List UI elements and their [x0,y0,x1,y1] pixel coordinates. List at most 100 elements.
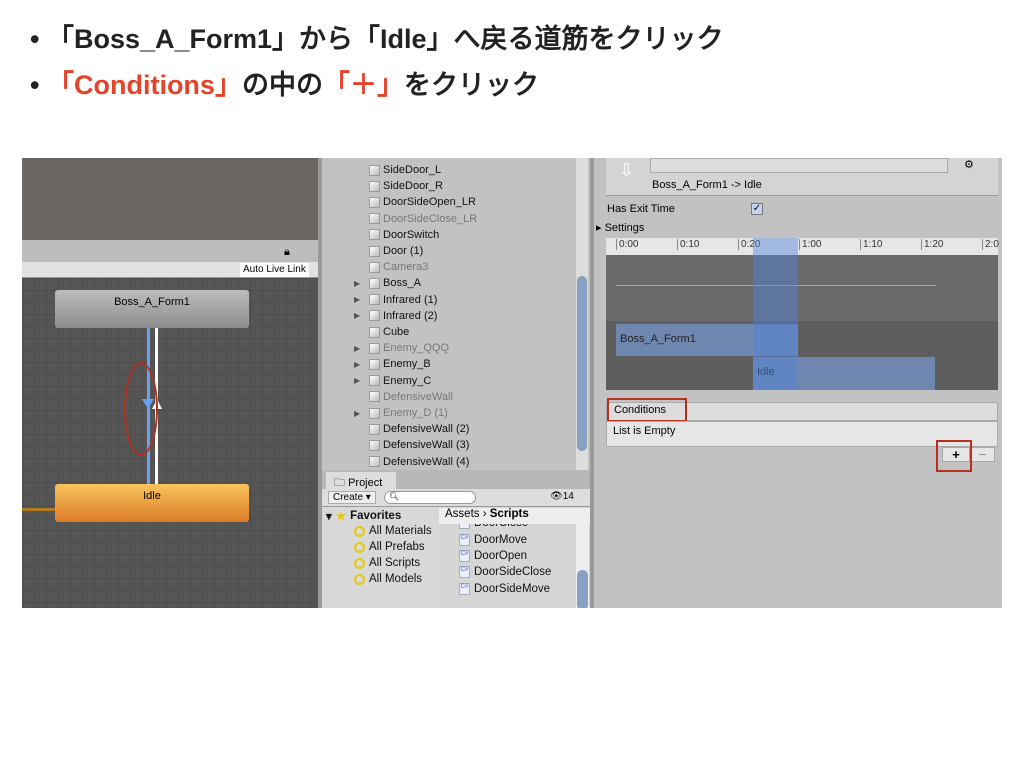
auto-live-link-button[interactable]: Auto Live Link [240,263,309,277]
transition-overlap[interactable] [753,238,798,390]
gameobject-icon [369,196,380,208]
expand-arrow-icon[interactable]: ▶ [354,279,366,288]
hierarchy-item[interactable]: DoorSideOpen_LR [354,194,476,210]
gameobject-icon [369,342,380,354]
scene-view [22,158,318,240]
gameobject-icon [369,326,380,338]
hierarchy-item[interactable]: DefensiveWall [354,389,453,405]
settings-foldout[interactable]: ▸ Settings [596,221,644,234]
search-icon [354,525,365,537]
item-label: Enemy_D (1) [383,407,448,419]
timeline-tick: 2:0 [982,239,999,250]
instruction-text: の中の [241,70,323,100]
favorite-item[interactable]: All Prefabs [354,541,425,553]
state-idle[interactable]: Idle [55,484,249,522]
hierarchy-item[interactable]: ▶ Infrared (2) [354,308,437,324]
gameobject-icon [369,261,380,273]
item-label: SideDoor_L [383,164,442,176]
item-label: DoorSwitch [383,228,440,241]
item-label: Cube [383,326,410,338]
list-empty-label: List is Empty [613,425,676,437]
project-scrollbar[interactable] [576,524,589,608]
crumb-assets[interactable]: Assets [445,508,480,520]
search-icon [354,557,365,569]
hierarchy-item[interactable]: SideDoor_L [354,162,441,178]
favorite-item[interactable]: All Materials [354,525,432,537]
hierarchy-item[interactable]: DefensiveWall (4) [354,454,469,470]
gameobject-icon [369,439,380,451]
gameobject-icon [369,245,380,257]
hierarchy-item[interactable]: DoorSwitch [354,227,439,243]
instruction-2: • 「Conditions」の中の「＋」をクリック [30,63,539,102]
timeline-tick: 0:00 [616,239,638,250]
gameobject-icon [369,164,380,176]
gameobject-icon [369,391,380,403]
name-field[interactable] [650,158,948,173]
create-button[interactable]: Create ▾ [328,491,376,504]
entry-arrow [22,508,55,511]
hierarchy-item[interactable]: Cube [354,324,409,340]
hierarchy-item[interactable]: ▶ Enemy_QQQ [354,340,449,356]
csharp-icon: C# [459,566,470,579]
instruction-text: をクリック [403,70,539,100]
hierarchy-item[interactable]: ▶ Boss_A [354,275,421,291]
favorite-item[interactable]: All Scripts [354,557,420,569]
favorite-item[interactable]: All Models [354,573,422,585]
item-label: DefensiveWall (4) [383,455,470,468]
item-label: Infrared (2) [383,309,438,322]
instruction-text: 「Conditions」 [46,70,242,100]
hierarchy-item[interactable]: Camera3 [354,259,428,275]
item-label: Infrared (1) [383,293,438,306]
hierarchy-scrollbar[interactable] [576,158,588,470]
hierarchy-item[interactable]: ▶ Enemy_C [354,373,431,389]
item-label: SideDoor_R [383,180,443,193]
script-file[interactable]: C# DoorSideClose [459,566,551,579]
gameobject-icon [369,423,380,435]
hidden-count-button[interactable]: 👁︎14 [550,491,574,502]
hierarchy-item[interactable]: Door (1) [354,243,423,259]
hierarchy-item[interactable]: ▶ Enemy_D (1) [354,405,448,421]
script-file[interactable]: C# DoorOpen [459,549,527,562]
expand-arrow-icon[interactable]: ▶ [354,376,366,385]
has-exit-time-label: Has Exit Time [607,203,675,215]
item-label: DefensiveWall [383,390,453,403]
hierarchy-item[interactable]: ▶ Infrared (1) [354,292,437,308]
instruction-text: 「Boss_A_Form1」から「Idle」へ戻る道筋をクリック [46,24,724,54]
hierarchy-item[interactable]: SideDoor_R [354,178,443,194]
transition-timeline[interactable]: 0:00 0:10 0:20 1:00 1:10 1:20 2:0 Boss_A_Form1… [606,238,999,390]
expand-arrow-icon[interactable]: ▶ [354,360,366,369]
lock-icon[interactable]: 🔒︎ [284,246,290,259]
hierarchy-item[interactable]: ▶ Enemy_B [354,356,431,372]
hierarchy-panel: SideDoor_L SideDoor_R DoorSideOpen_LR DoorS… [322,158,590,470]
script-file[interactable]: C# DoorSideMove [459,582,550,595]
remove-condition-button[interactable]: − [970,447,995,462]
favorites-foldout[interactable]: ▾ ★ Favorites [326,509,401,523]
expand-arrow-icon[interactable]: ▶ [354,311,366,320]
crumb-scripts[interactable]: Scripts [490,508,529,520]
tab-project[interactable]: 🗀 Project [326,472,396,489]
timeline-tick: 1:00 [799,239,821,250]
has-exit-time-checkbox[interactable]: ✓ [751,203,763,215]
gameobject-icon [369,229,380,241]
item-label: DoorSideOpen_LR [383,196,476,209]
transition-icon: ⇩ [619,160,635,180]
hierarchy-item[interactable]: DefensiveWall (3) [354,437,469,453]
state-boss-a-form1[interactable]: Boss_A_Form1 [55,290,249,328]
expand-arrow-icon[interactable]: ▶ [354,295,366,304]
item-label: DoorSideClose_LR [383,212,478,225]
item-label: Enemy_C [383,374,432,387]
hierarchy-item[interactable]: DoorSideClose_LR [354,211,477,227]
transition-title: Boss_A_Form1 -> Idle [652,179,762,191]
gear-icon[interactable]: ⚙ [964,158,974,171]
csharp-icon: C# [459,582,470,595]
project-search-input[interactable]: 🔍︎ [384,491,476,504]
search-icon [354,573,365,585]
star-icon: ★ [335,511,347,523]
script-file[interactable]: C# DoorMove [459,533,527,546]
expand-arrow-icon[interactable]: ▶ [354,409,366,418]
expand-arrow-icon[interactable]: ▶ [354,344,366,353]
hierarchy-item[interactable]: DefensiveWall (2) [354,421,469,437]
eye-slash-icon: 👁︎ [550,491,563,502]
gameobject-icon [369,375,380,387]
gameobject-icon [369,180,380,192]
